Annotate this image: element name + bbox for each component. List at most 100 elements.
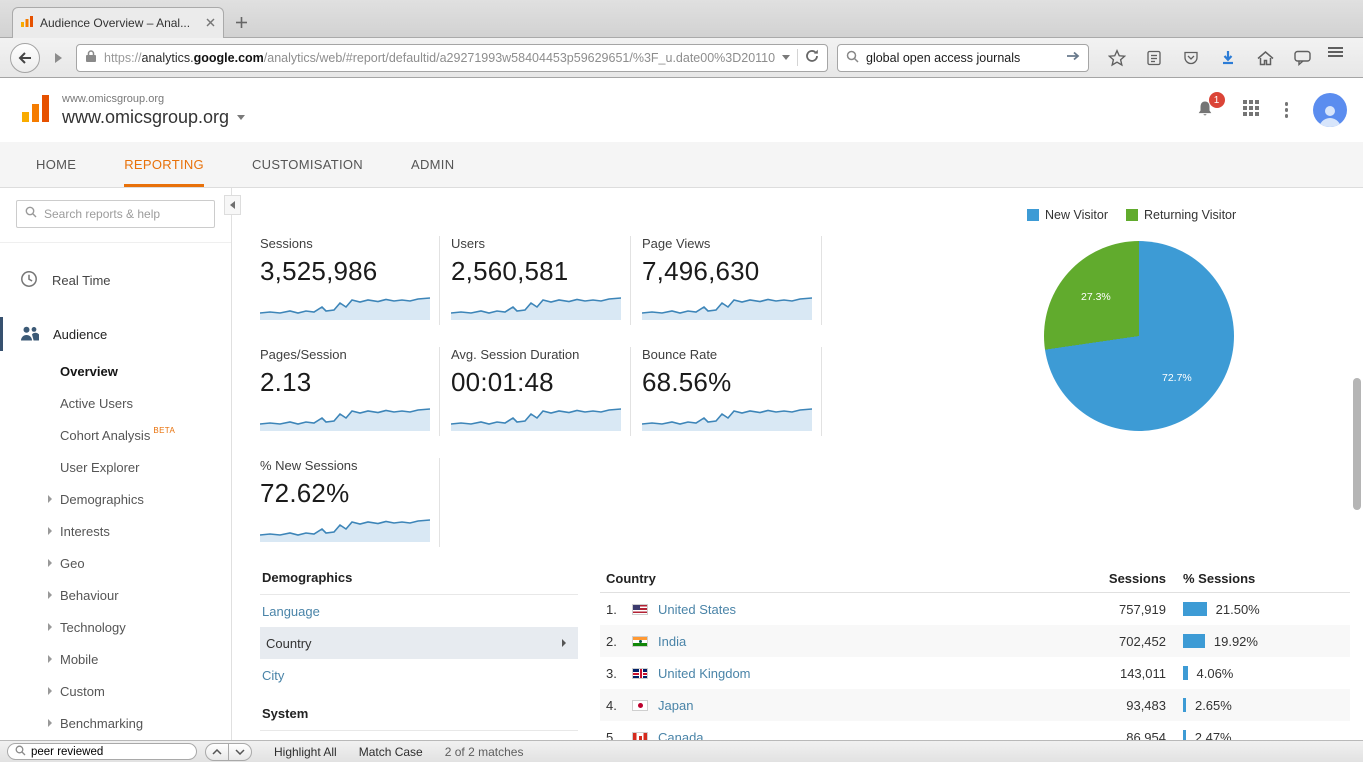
dimension-language[interactable]: Language: [260, 595, 578, 627]
table-header: Country Sessions % Sessions: [600, 565, 1350, 593]
url-path: /analytics/web/#report/defaultid/a292719…: [264, 51, 775, 65]
find-field[interactable]: [7, 743, 197, 760]
report-custom[interactable]: Custom: [0, 675, 231, 707]
sidebar-item-label: Real Time: [52, 273, 111, 288]
ga-header: www.omicsgroup.org www.omicsgroup.org 1: [0, 78, 1363, 142]
bookmarks-list-icon[interactable]: [1143, 46, 1165, 70]
tab-close-icon[interactable]: [206, 14, 215, 32]
find-matches-text: 2 of 2 matches: [445, 745, 524, 759]
account-domain: www.omicsgroup.org: [62, 93, 245, 105]
pocket-icon[interactable]: [1180, 46, 1202, 70]
browser-tab-bar: Audience Overview – Anal...: [0, 0, 1363, 38]
find-input[interactable]: [31, 746, 189, 758]
search-go-icon[interactable]: [1066, 50, 1080, 65]
dimension-city[interactable]: City: [260, 659, 578, 691]
property-name: www.omicsgroup.org: [62, 107, 229, 128]
metric-avg-session-duration[interactable]: Avg. Session Duration 00:01:48: [451, 347, 631, 436]
tab-home[interactable]: HOME: [36, 142, 76, 187]
forward-button[interactable]: [49, 52, 67, 64]
notification-badge: 1: [1209, 92, 1225, 108]
match-case-button[interactable]: Match Case: [359, 745, 423, 759]
find-search-icon: [15, 745, 26, 759]
country-table: Country Sessions % Sessions 1. United St…: [600, 565, 1350, 762]
country-link[interactable]: India: [658, 634, 1016, 649]
people-icon: [20, 325, 39, 344]
metric-pages-session[interactable]: Pages/Session 2.13: [260, 347, 440, 436]
search-engine-icon: [846, 50, 859, 66]
find-previous-button[interactable]: [205, 743, 229, 761]
tab-admin[interactable]: ADMIN: [411, 142, 454, 187]
tab-customisation[interactable]: CUSTOMISATION: [252, 142, 363, 187]
metric-sessions[interactable]: Sessions 3,525,986: [260, 236, 440, 325]
dimension-country[interactable]: Country: [260, 627, 578, 659]
browser-tab[interactable]: Audience Overview – Anal...: [12, 7, 224, 38]
address-bar[interactable]: https://analytics.google.com/analytics/w…: [76, 44, 828, 72]
new-visitor-swatch: [1027, 209, 1039, 221]
flag-gb-icon: [632, 668, 648, 679]
find-bar: Highlight All Match Case 2 of 2 matches: [0, 740, 1363, 762]
report-active-users[interactable]: Active Users: [0, 387, 231, 419]
expand-arrow-icon: [48, 623, 60, 631]
visitors-pie[interactable]: 27.3% 72.7%: [1044, 241, 1234, 431]
report-cohort-analysis[interactable]: Cohort Analysis BETA: [0, 419, 231, 451]
sidebar-item-audience[interactable]: Audience: [0, 317, 231, 351]
browser-search-input[interactable]: [866, 51, 1059, 65]
lower-panels: Demographics Language Country City Syste…: [260, 565, 1350, 762]
tab-reporting[interactable]: REPORTING: [124, 142, 204, 187]
avatar[interactable]: [1313, 93, 1347, 127]
account-selector[interactable]: www.omicsgroup.org www.omicsgroup.org: [62, 93, 245, 128]
tab-title: Audience Overview – Anal...: [40, 16, 199, 30]
sidebar-search-input[interactable]: [44, 207, 206, 221]
report-benchmarking[interactable]: Benchmarking: [0, 707, 231, 739]
report-geo[interactable]: Geo: [0, 547, 231, 579]
url-text: https://analytics.google.com/analytics/w…: [104, 51, 775, 65]
report-overview[interactable]: Overview: [0, 355, 231, 387]
country-link[interactable]: United States: [658, 602, 1016, 617]
report-mobile[interactable]: Mobile: [0, 643, 231, 675]
notifications-button[interactable]: 1: [1195, 99, 1217, 121]
metric-new-sessions[interactable]: % New Sessions 72.62%: [260, 458, 440, 547]
country-link[interactable]: United Kingdom: [658, 666, 1016, 681]
sidebar-collapse-button[interactable]: [224, 195, 241, 215]
browser-search-bar[interactable]: [837, 44, 1089, 72]
highlight-all-button[interactable]: Highlight All: [274, 745, 337, 759]
home-icon[interactable]: [1254, 46, 1276, 70]
legend-returning-visitor: Returning Visitor: [1126, 208, 1236, 222]
beta-badge: BETA: [153, 426, 175, 435]
report-user-explorer[interactable]: User Explorer: [0, 451, 231, 483]
apps-grid-icon[interactable]: [1242, 99, 1260, 122]
country-link[interactable]: Japan: [658, 698, 1016, 713]
metric-users[interactable]: Users 2,560,581: [451, 236, 631, 325]
sidebar-item-real-time[interactable]: Real Time: [0, 263, 231, 297]
urlbar-dropdown-icon[interactable]: [782, 55, 790, 60]
pct-bar: [1183, 634, 1205, 648]
table-row: 4. Japan 93,483 2.65%: [600, 689, 1350, 721]
report-behaviour[interactable]: Behaviour: [0, 579, 231, 611]
bookmark-star-icon[interactable]: [1106, 46, 1128, 70]
more-options-icon[interactable]: [1285, 102, 1289, 118]
download-icon[interactable]: [1217, 46, 1239, 70]
sparkline-chart: [451, 401, 620, 436]
metric-bounce-rate[interactable]: Bounce Rate 68.56%: [642, 347, 822, 436]
url-subdomain: analytics.: [142, 51, 194, 65]
new-tab-button[interactable]: [226, 9, 256, 35]
menu-icon[interactable]: [1328, 46, 1350, 70]
back-button[interactable]: [10, 43, 40, 73]
reload-icon[interactable]: [805, 49, 819, 66]
metric-page-views[interactable]: Page Views 7,496,630: [642, 236, 822, 325]
sidebar-search-box[interactable]: [16, 200, 215, 228]
hello-chat-icon[interactable]: [1291, 46, 1313, 70]
audience-report-list: Overview Active Users Cohort Analysis BE…: [0, 355, 231, 739]
report-technology[interactable]: Technology: [0, 611, 231, 643]
table-row: 3. United Kingdom 143,011 4.06%: [600, 657, 1350, 689]
report-interests[interactable]: Interests: [0, 515, 231, 547]
sparkline-chart: [260, 290, 429, 325]
vertical-scrollbar[interactable]: [1353, 378, 1361, 510]
search-icon: [25, 205, 37, 223]
url-scheme: https://: [104, 51, 142, 65]
pct-bar: [1183, 602, 1207, 616]
pie-label-new: 72.7%: [1162, 372, 1192, 384]
find-next-button[interactable]: [228, 743, 252, 761]
sidebar-divider: [0, 242, 231, 243]
report-demographics[interactable]: Demographics: [0, 483, 231, 515]
